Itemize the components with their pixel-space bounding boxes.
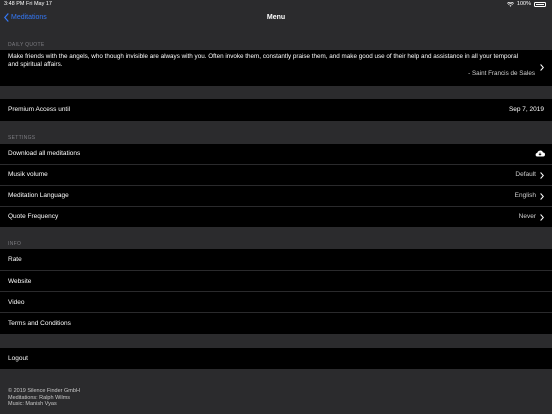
navigation-bar: Meditations Menu: [0, 9, 552, 30]
chevron-right-icon: [540, 64, 544, 71]
info-item-label: Website: [8, 277, 32, 285]
battery-percent: 100%: [516, 1, 531, 7]
battery-icon: [534, 1, 546, 7]
chevron-right-icon: [540, 192, 544, 200]
status-time-date: 3:48 PM Fri May 17: [4, 1, 52, 7]
info-item-website[interactable]: Website: [0, 270, 552, 291]
premium-value: Sep 7, 2019: [508, 106, 544, 113]
status-bar: 3:48 PM Fri May 17 100%: [0, 0, 552, 9]
quote-frequency-label: Quote Frequency: [8, 212, 59, 220]
quote-author: - Saint Francis de Sales: [468, 70, 535, 77]
daily-quote-header: DAILY QUOTE: [8, 42, 45, 48]
status-right: 100%: [506, 1, 546, 7]
download-all-row[interactable]: Download all meditations: [0, 144, 552, 164]
musik-volume-row[interactable]: Musik volume Default: [0, 164, 552, 185]
info-item-video[interactable]: Video: [0, 291, 552, 312]
logout-label: Logout: [8, 355, 28, 362]
meditation-language-row[interactable]: Meditation Language English: [0, 185, 552, 206]
info-header: INFO: [8, 241, 22, 247]
daily-quote-cell[interactable]: Make friends with the angels, who though…: [0, 50, 552, 86]
musik-volume-label: Musik volume: [8, 170, 48, 178]
cloud-download-icon[interactable]: [535, 150, 545, 157]
premium-access-row: Premium Access until Sep 7, 2019: [0, 99, 552, 121]
footer-credits: © 2019 Silence Finder GmbH Meditations: …: [8, 388, 80, 408]
footer-music-credit: Music: Manish Vyas: [8, 401, 57, 407]
info-item-label: Video: [8, 298, 25, 306]
chevron-right-icon: [540, 171, 544, 179]
premium-label: Premium Access until: [8, 106, 71, 113]
chevron-right-icon: [540, 213, 544, 221]
musik-volume-value: Default: [515, 170, 536, 178]
page-title: Menu: [266, 14, 286, 21]
download-all-label: Download all meditations: [8, 150, 81, 157]
info-item-terms[interactable]: Terms and Conditions: [0, 312, 552, 334]
info-item-label: Rate: [8, 256, 22, 263]
quote-frequency-row[interactable]: Quote Frequency Never: [0, 206, 552, 227]
footer-copyright: © 2019 Silence Finder GmbH: [8, 388, 80, 394]
quote-text: Make friends with the angels, who though…: [8, 53, 518, 68]
info-item-label: Terms and Conditions: [8, 319, 71, 327]
settings-header: SETTINGS: [8, 135, 36, 141]
meditation-language-value: English: [514, 191, 536, 199]
quote-frequency-value: Never: [518, 212, 536, 220]
info-item-rate[interactable]: Rate: [0, 249, 552, 270]
wifi-icon: [506, 1, 514, 7]
logout-button[interactable]: Logout: [0, 348, 552, 369]
meditation-language-label: Meditation Language: [8, 191, 69, 199]
